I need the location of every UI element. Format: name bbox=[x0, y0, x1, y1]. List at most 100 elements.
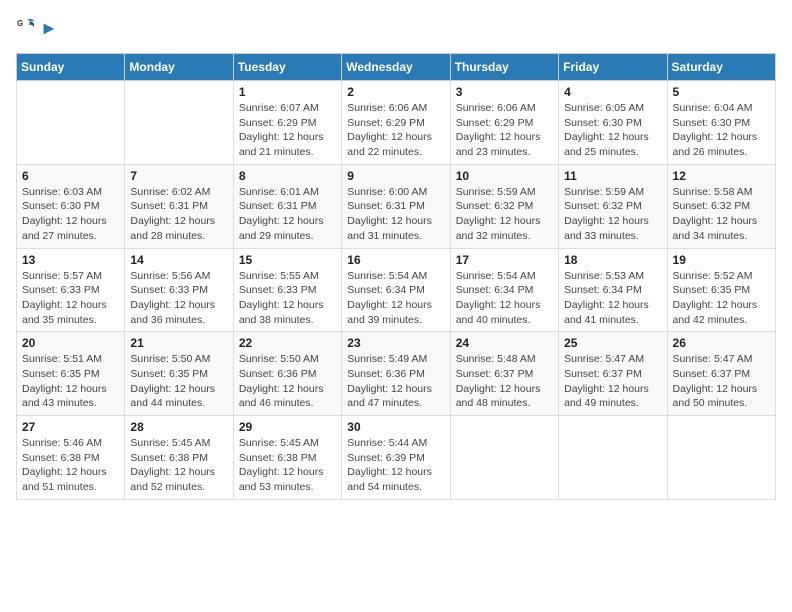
day-number: 16 bbox=[347, 253, 444, 267]
calendar-cell: 3 Sunrise: 6:06 AMSunset: 6:29 PMDaylight… bbox=[450, 81, 558, 165]
day-number: 20 bbox=[22, 336, 119, 350]
day-detail: Sunrise: 5:59 AMSunset: 6:32 PMDaylight:… bbox=[564, 185, 661, 244]
day-number: 8 bbox=[239, 169, 336, 183]
day-detail: Sunrise: 5:50 AMSunset: 6:35 PMDaylight:… bbox=[130, 352, 227, 411]
calendar-cell: 17 Sunrise: 5:54 AMSunset: 6:34 PMDayligh… bbox=[450, 248, 558, 332]
calendar-table: SundayMondayTuesdayWednesdayThursdayFrid… bbox=[16, 53, 776, 500]
day-number: 2 bbox=[347, 85, 444, 99]
calendar-cell bbox=[17, 81, 125, 165]
day-detail: Sunrise: 6:03 AMSunset: 6:30 PMDaylight:… bbox=[22, 185, 119, 244]
calendar-cell: 12 Sunrise: 5:58 AMSunset: 6:32 PMDayligh… bbox=[667, 164, 775, 248]
calendar-cell: 10 Sunrise: 5:59 AMSunset: 6:32 PMDayligh… bbox=[450, 164, 558, 248]
day-number: 1 bbox=[239, 85, 336, 99]
day-number: 15 bbox=[239, 253, 336, 267]
calendar-header-row: SundayMondayTuesdayWednesdayThursdayFrid… bbox=[17, 54, 776, 81]
weekday-header-sunday: Sunday bbox=[17, 54, 125, 81]
day-detail: Sunrise: 5:55 AMSunset: 6:33 PMDaylight:… bbox=[239, 269, 336, 328]
calendar-week-row: 6 Sunrise: 6:03 AMSunset: 6:30 PMDaylight… bbox=[17, 164, 776, 248]
calendar-cell: 15 Sunrise: 5:55 AMSunset: 6:33 PMDayligh… bbox=[233, 248, 341, 332]
calendar-cell: 26 Sunrise: 5:47 AMSunset: 6:37 PMDayligh… bbox=[667, 332, 775, 416]
day-detail: Sunrise: 5:52 AMSunset: 6:35 PMDaylight:… bbox=[673, 269, 770, 328]
calendar-cell bbox=[667, 416, 775, 500]
calendar-cell: 29 Sunrise: 5:45 AMSunset: 6:38 PMDayligh… bbox=[233, 416, 341, 500]
day-detail: Sunrise: 6:04 AMSunset: 6:30 PMDaylight:… bbox=[673, 101, 770, 160]
day-number: 29 bbox=[239, 420, 336, 434]
logo-text: ► bbox=[40, 19, 58, 39]
weekday-header-thursday: Thursday bbox=[450, 54, 558, 81]
day-detail: Sunrise: 5:49 AMSunset: 6:36 PMDaylight:… bbox=[347, 352, 444, 411]
calendar-cell: 23 Sunrise: 5:49 AMSunset: 6:36 PMDayligh… bbox=[342, 332, 450, 416]
day-detail: Sunrise: 5:45 AMSunset: 6:38 PMDaylight:… bbox=[130, 436, 227, 495]
day-number: 25 bbox=[564, 336, 661, 350]
logo-graphic: G bbox=[16, 16, 36, 41]
calendar-cell: 1 Sunrise: 6:07 AMSunset: 6:29 PMDaylight… bbox=[233, 81, 341, 165]
calendar-cell: 21 Sunrise: 5:50 AMSunset: 6:35 PMDayligh… bbox=[125, 332, 233, 416]
day-detail: Sunrise: 6:06 AMSunset: 6:29 PMDaylight:… bbox=[347, 101, 444, 160]
day-detail: Sunrise: 5:47 AMSunset: 6:37 PMDaylight:… bbox=[673, 352, 770, 411]
day-number: 18 bbox=[564, 253, 661, 267]
day-detail: Sunrise: 5:46 AMSunset: 6:38 PMDaylight:… bbox=[22, 436, 119, 495]
calendar-cell: 9Sunrise: 6:00 AMSunset: 6:31 PMDaylight… bbox=[342, 164, 450, 248]
day-number: 26 bbox=[673, 336, 770, 350]
calendar-cell: 6 Sunrise: 6:03 AMSunset: 6:30 PMDaylight… bbox=[17, 164, 125, 248]
calendar-cell bbox=[559, 416, 667, 500]
day-number: 3 bbox=[456, 85, 553, 99]
day-detail: Sunrise: 6:07 AMSunset: 6:29 PMDaylight:… bbox=[239, 101, 336, 160]
calendar-cell: 28 Sunrise: 5:45 AMSunset: 6:38 PMDayligh… bbox=[125, 416, 233, 500]
day-number: 10 bbox=[456, 169, 553, 183]
day-number: 11 bbox=[564, 169, 661, 183]
calendar-week-row: 27Sunrise: 5:46 AMSunset: 6:38 PMDayligh… bbox=[17, 416, 776, 500]
day-detail: Sunrise: 6:01 AMSunset: 6:31 PMDaylight:… bbox=[239, 185, 336, 244]
calendar-week-row: 1 Sunrise: 6:07 AMSunset: 6:29 PMDaylight… bbox=[17, 81, 776, 165]
calendar-cell: 20Sunrise: 5:51 AMSunset: 6:35 PMDayligh… bbox=[17, 332, 125, 416]
calendar-cell: 7Sunrise: 6:02 AMSunset: 6:31 PMDaylight… bbox=[125, 164, 233, 248]
day-number: 7 bbox=[130, 169, 227, 183]
logo: G ► bbox=[16, 16, 58, 41]
logo-blue-accent: ► bbox=[40, 18, 58, 38]
calendar-cell: 18Sunrise: 5:53 AMSunset: 6:34 PMDayligh… bbox=[559, 248, 667, 332]
day-detail: Sunrise: 5:59 AMSunset: 6:32 PMDaylight:… bbox=[456, 185, 553, 244]
calendar-cell: 2 Sunrise: 6:06 AMSunset: 6:29 PMDaylight… bbox=[342, 81, 450, 165]
day-detail: Sunrise: 5:45 AMSunset: 6:38 PMDaylight:… bbox=[239, 436, 336, 495]
day-number: 9 bbox=[347, 169, 444, 183]
day-number: 30 bbox=[347, 420, 444, 434]
day-number: 23 bbox=[347, 336, 444, 350]
day-number: 17 bbox=[456, 253, 553, 267]
day-detail: Sunrise: 5:57 AMSunset: 6:33 PMDaylight:… bbox=[22, 269, 119, 328]
weekday-header-wednesday: Wednesday bbox=[342, 54, 450, 81]
day-detail: Sunrise: 6:05 AMSunset: 6:30 PMDaylight:… bbox=[564, 101, 661, 160]
day-detail: Sunrise: 5:47 AMSunset: 6:37 PMDaylight:… bbox=[564, 352, 661, 411]
day-detail: Sunrise: 5:56 AMSunset: 6:33 PMDaylight:… bbox=[130, 269, 227, 328]
day-detail: Sunrise: 5:50 AMSunset: 6:36 PMDaylight:… bbox=[239, 352, 336, 411]
svg-text:G: G bbox=[17, 19, 23, 28]
calendar-cell: 5Sunrise: 6:04 AMSunset: 6:30 PMDaylight… bbox=[667, 81, 775, 165]
weekday-header-tuesday: Tuesday bbox=[233, 54, 341, 81]
weekday-header-friday: Friday bbox=[559, 54, 667, 81]
calendar-cell: 4 Sunrise: 6:05 AMSunset: 6:30 PMDaylight… bbox=[559, 81, 667, 165]
page-header: G ► bbox=[16, 16, 776, 41]
day-number: 6 bbox=[22, 169, 119, 183]
day-number: 21 bbox=[130, 336, 227, 350]
calendar-cell: 22 Sunrise: 5:50 AMSunset: 6:36 PMDayligh… bbox=[233, 332, 341, 416]
calendar-cell: 16 Sunrise: 5:54 AMSunset: 6:34 PMDayligh… bbox=[342, 248, 450, 332]
day-number: 22 bbox=[239, 336, 336, 350]
calendar-cell: 13Sunrise: 5:57 AMSunset: 6:33 PMDayligh… bbox=[17, 248, 125, 332]
calendar-cell: 25 Sunrise: 5:47 AMSunset: 6:37 PMDayligh… bbox=[559, 332, 667, 416]
day-detail: Sunrise: 5:44 AMSunset: 6:39 PMDaylight:… bbox=[347, 436, 444, 495]
weekday-header-monday: Monday bbox=[125, 54, 233, 81]
calendar-cell: 11 Sunrise: 5:59 AMSunset: 6:32 PMDayligh… bbox=[559, 164, 667, 248]
day-detail: Sunrise: 5:58 AMSunset: 6:32 PMDaylight:… bbox=[673, 185, 770, 244]
day-number: 4 bbox=[564, 85, 661, 99]
day-detail: Sunrise: 5:54 AMSunset: 6:34 PMDaylight:… bbox=[347, 269, 444, 328]
day-detail: Sunrise: 5:54 AMSunset: 6:34 PMDaylight:… bbox=[456, 269, 553, 328]
day-detail: Sunrise: 5:48 AMSunset: 6:37 PMDaylight:… bbox=[456, 352, 553, 411]
calendar-week-row: 13Sunrise: 5:57 AMSunset: 6:33 PMDayligh… bbox=[17, 248, 776, 332]
calendar-cell bbox=[125, 81, 233, 165]
day-number: 28 bbox=[130, 420, 227, 434]
calendar-cell bbox=[450, 416, 558, 500]
calendar-cell: 8 Sunrise: 6:01 AMSunset: 6:31 PMDaylight… bbox=[233, 164, 341, 248]
day-detail: Sunrise: 6:06 AMSunset: 6:29 PMDaylight:… bbox=[456, 101, 553, 160]
weekday-header-saturday: Saturday bbox=[667, 54, 775, 81]
calendar-cell: 24Sunrise: 5:48 AMSunset: 6:37 PMDayligh… bbox=[450, 332, 558, 416]
day-number: 12 bbox=[673, 169, 770, 183]
